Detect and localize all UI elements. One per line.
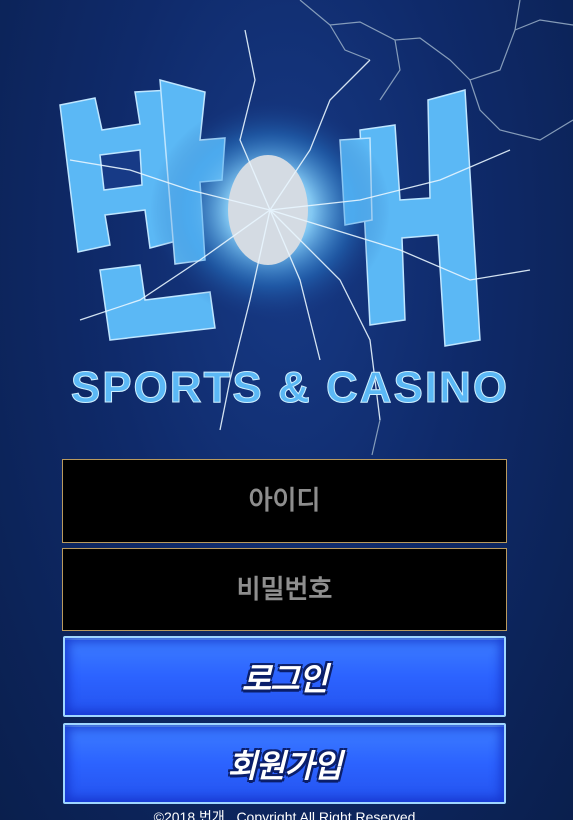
signup-button[interactable]: 회원가입	[63, 723, 506, 804]
id-input[interactable]	[62, 459, 507, 543]
password-input[interactable]	[62, 548, 507, 631]
login-button[interactable]: 로그인	[63, 636, 506, 717]
login-form: 로그인 회원가입	[62, 459, 507, 804]
logo-tagline: SPORTS & CASINO	[71, 363, 509, 412]
copyright-text: ©2018 번개 . Copyright All Right Reserved.	[153, 809, 420, 820]
site-logo: SPORTS & CASINO	[59, 29, 531, 431]
